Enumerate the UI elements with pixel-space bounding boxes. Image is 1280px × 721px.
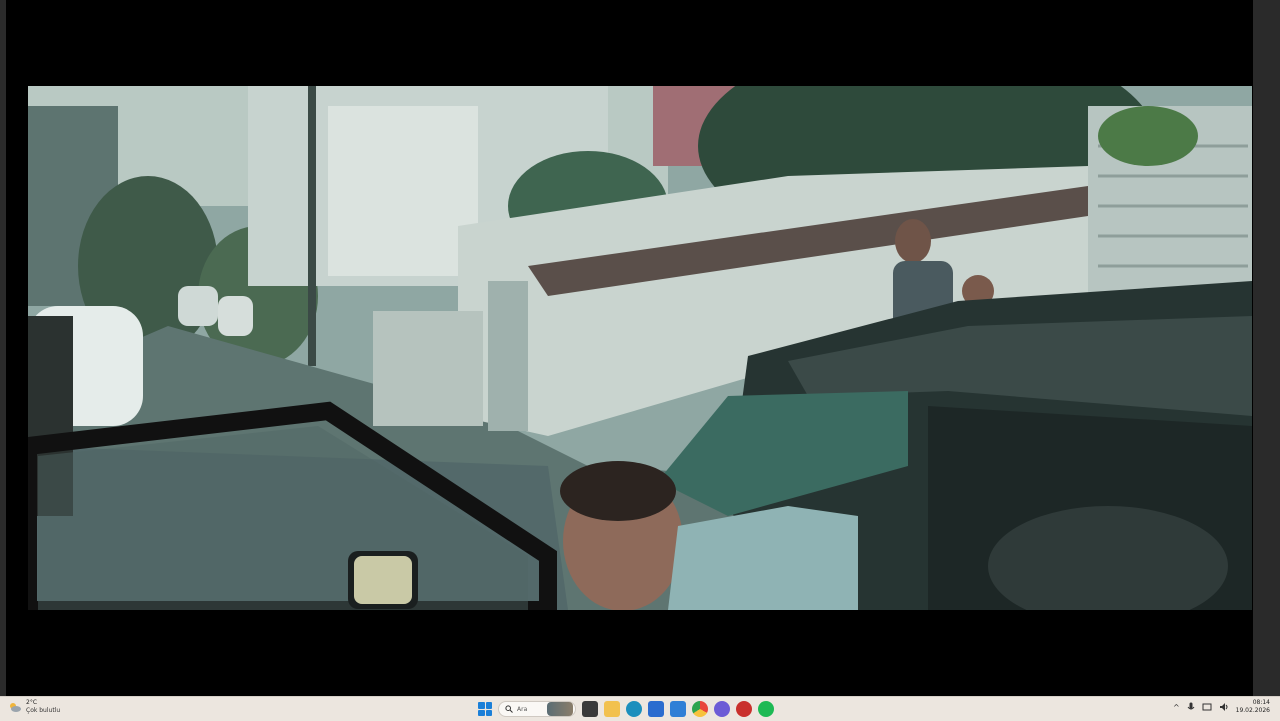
search-placeholder: Ara <box>517 705 528 713</box>
file-explorer-icon[interactable] <box>604 701 620 717</box>
task-view-icon[interactable] <box>582 701 598 717</box>
chrome-icon[interactable] <box>692 701 708 717</box>
mail-icon[interactable] <box>670 701 686 717</box>
volume-icon[interactable] <box>1219 702 1229 712</box>
video-player[interactable] <box>0 0 1280 696</box>
store-icon[interactable] <box>648 701 664 717</box>
cloud-sun-icon <box>10 703 21 712</box>
system-tray: ^ 08:14 19.02.2026 <box>1173 699 1270 715</box>
taskbar-apps: Ara <box>478 700 774 718</box>
clock[interactable]: 08:14 19.02.2026 <box>1236 699 1270 715</box>
weather-widget[interactable]: 2°C Çok bulutlu <box>8 699 60 715</box>
weather-temp: 2°C <box>26 699 38 706</box>
video-scene <box>28 86 1252 610</box>
left-edge <box>0 0 6 696</box>
messenger-icon[interactable] <box>714 701 730 717</box>
taskbar: 2°C Çok bulutlu Ara ^ 08:14 19.02.2026 <box>0 696 1280 721</box>
tray-chevron-icon[interactable]: ^ <box>1173 703 1180 712</box>
video-frame[interactable] <box>28 86 1252 610</box>
app-red-icon[interactable] <box>736 701 752 717</box>
start-button[interactable] <box>478 702 492 716</box>
right-edge <box>1253 0 1280 696</box>
search-highlight-image <box>547 702 573 716</box>
spotify-icon[interactable] <box>758 701 774 717</box>
network-icon[interactable] <box>1202 702 1212 712</box>
edge-icon[interactable] <box>626 701 642 717</box>
clock-time: 08:14 <box>1252 699 1270 706</box>
weather-condition: Çok bulutlu <box>26 707 61 714</box>
clock-date: 19.02.2026 <box>1235 707 1270 714</box>
microphone-icon[interactable] <box>1187 702 1195 712</box>
search-icon <box>505 705 513 713</box>
taskbar-search[interactable]: Ara <box>498 701 576 717</box>
